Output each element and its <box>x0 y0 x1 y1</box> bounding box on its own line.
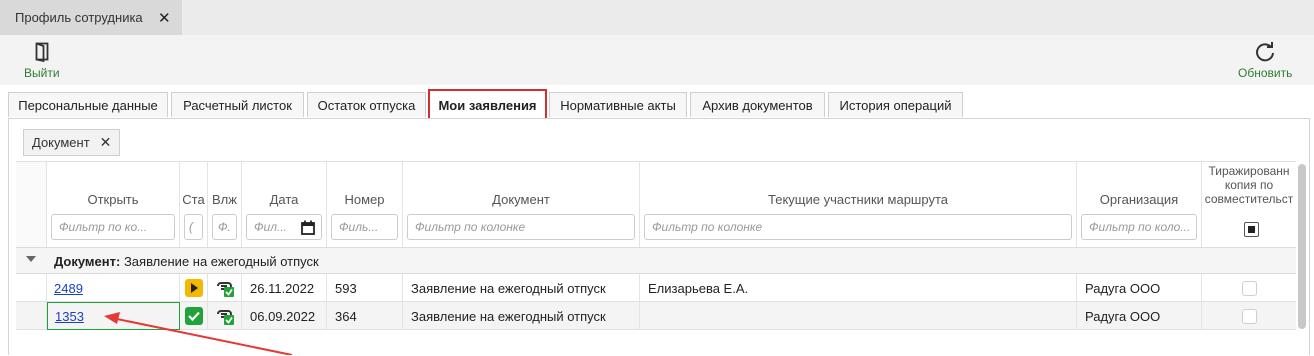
annotation-arrow <box>104 312 293 355</box>
